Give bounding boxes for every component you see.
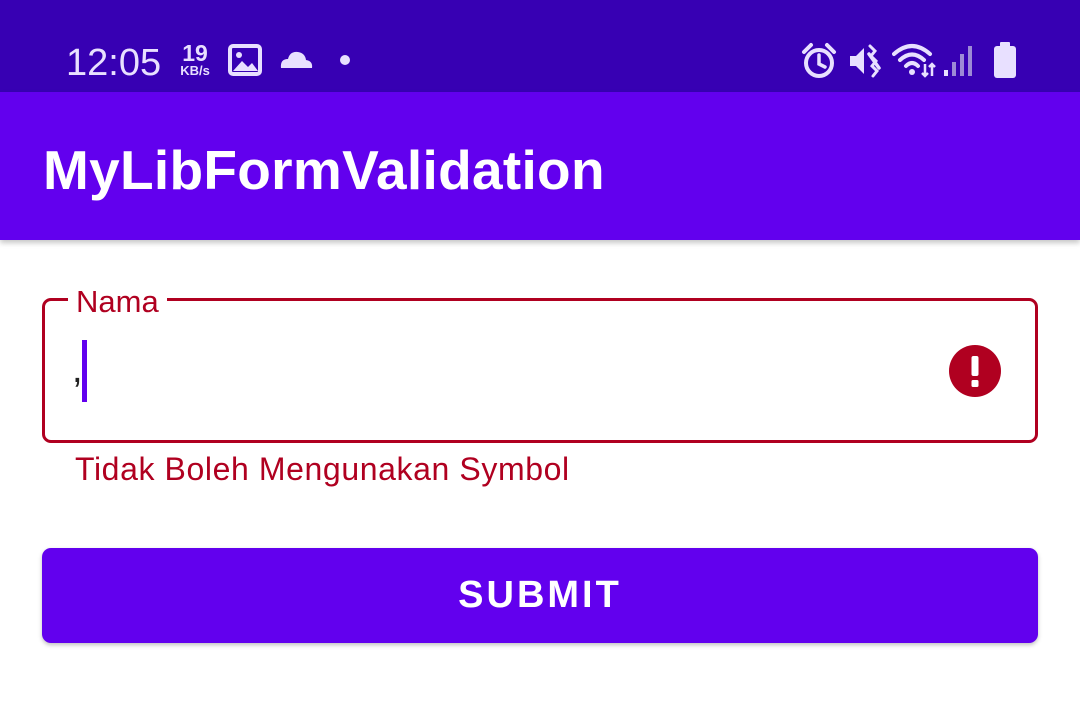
network-speed: 19 KB/s (174, 42, 216, 78)
app-title: MyLibFormValidation (43, 139, 605, 201)
cloud-icon (280, 51, 313, 68)
image-icon (228, 44, 262, 76)
signal-icon (944, 46, 972, 76)
submit-button[interactable]: SUBMIT (42, 548, 1038, 643)
wifi-icon (892, 44, 936, 78)
text-cursor (82, 340, 87, 402)
battery-icon (994, 42, 1016, 78)
network-speed-value: 19 (182, 40, 208, 66)
network-speed-unit: KB/s (180, 63, 210, 78)
status-time: 12:05 (66, 42, 162, 84)
name-field-value[interactable]: , (72, 346, 83, 394)
alarm-icon (802, 43, 836, 78)
vibrate-mute-icon (850, 44, 881, 78)
name-field[interactable] (42, 298, 1038, 443)
error-icon (949, 345, 1001, 397)
notification-dot-icon (340, 55, 350, 65)
status-bar: 12:05 19 KB/s (0, 0, 1080, 92)
name-field-error-message: Tidak Boleh Mengunakan Symbol (75, 451, 570, 487)
name-field-label: Nama (68, 284, 167, 320)
